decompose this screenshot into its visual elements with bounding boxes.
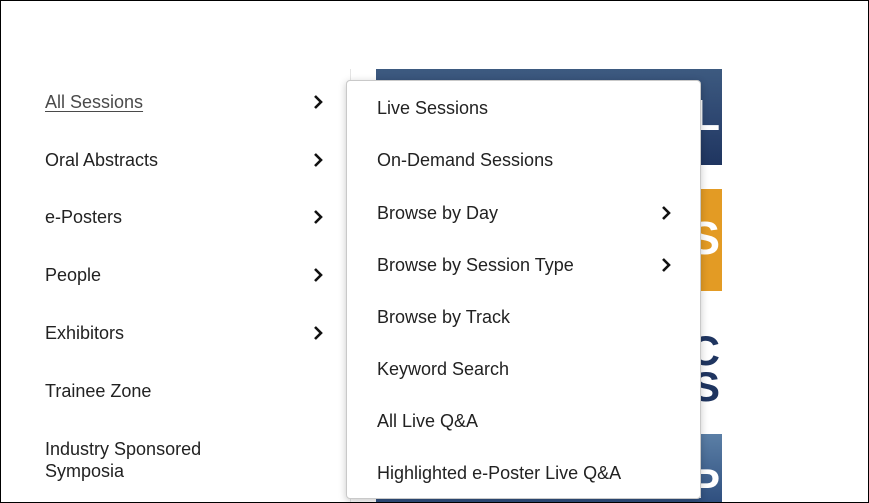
- submenu-item-label: Browse by Day: [377, 203, 499, 223]
- chevron-right-icon[interactable]: [313, 207, 329, 227]
- submenu-item-label: On-Demand Sessions: [377, 150, 554, 170]
- nav-item-oral-abstracts[interactable]: Oral Abstracts: [45, 149, 335, 189]
- submenu-item-highlighted-e-poster-live-qa[interactable]: Highlighted e-Poster Live Q&A: [377, 462, 682, 496]
- chevron-right-icon[interactable]: [661, 203, 677, 223]
- chevron-right-icon[interactable]: [661, 255, 677, 275]
- submenu-item-label: All Live Q&A: [377, 411, 479, 431]
- nav-item-industry-sponsored-symposia[interactable]: Industry Sponsored Symposia: [45, 438, 335, 488]
- submenu-item-browse-by-day[interactable]: Browse by Day: [377, 202, 682, 236]
- chevron-right-icon[interactable]: [313, 265, 329, 285]
- submenu-item-label: Live Sessions: [377, 98, 489, 118]
- nav-item-label: Exhibitors: [45, 323, 125, 343]
- submenu-item-browse-by-session-type[interactable]: Browse by Session Type: [377, 254, 682, 288]
- submenu-item-label: Browse by Session Type: [377, 255, 574, 275]
- nav-item-label[interactable]: All Sessions: [45, 91, 143, 113]
- submenu-item-keyword-search[interactable]: Keyword Search: [377, 358, 682, 392]
- all-sessions-submenu: Live Sessions On-Demand Sessions Browse …: [346, 80, 701, 499]
- submenu-item-browse-by-track[interactable]: Browse by Track: [377, 306, 682, 340]
- submenu-item-on-demand-sessions[interactable]: On-Demand Sessions: [377, 149, 682, 183]
- app-window: L S C S P All Sessions Oral Abstracts e-…: [0, 0, 869, 503]
- nav-item-trainee-zone[interactable]: Trainee Zone: [45, 380, 335, 420]
- chevron-right-icon[interactable]: [313, 92, 329, 112]
- nav-item-label: Trainee Zone: [45, 381, 152, 401]
- submenu-item-all-live-qa[interactable]: All Live Q&A: [377, 410, 682, 444]
- nav-item-label: Oral Abstracts: [45, 150, 159, 170]
- nav-item-people[interactable]: People: [45, 264, 335, 304]
- nav-item-all-sessions[interactable]: All Sessions: [45, 91, 335, 131]
- chevron-right-icon[interactable]: [313, 150, 329, 170]
- submenu-item-label: Highlighted e-Poster Live Q&A: [377, 463, 622, 483]
- submenu-item-label: Keyword Search: [377, 359, 510, 379]
- nav-item-e-posters[interactable]: e-Posters: [45, 206, 335, 246]
- chevron-right-icon[interactable]: [313, 323, 329, 343]
- nav-item-label: People: [45, 265, 102, 285]
- nav-item-label: e-Posters: [45, 207, 123, 227]
- submenu-item-label: Browse by Track: [377, 307, 511, 327]
- nav-item-label: Industry Sponsored Symposia: [45, 439, 202, 481]
- nav-item-exhibitors[interactable]: Exhibitors: [45, 322, 335, 362]
- submenu-item-live-sessions[interactable]: Live Sessions: [377, 97, 682, 131]
